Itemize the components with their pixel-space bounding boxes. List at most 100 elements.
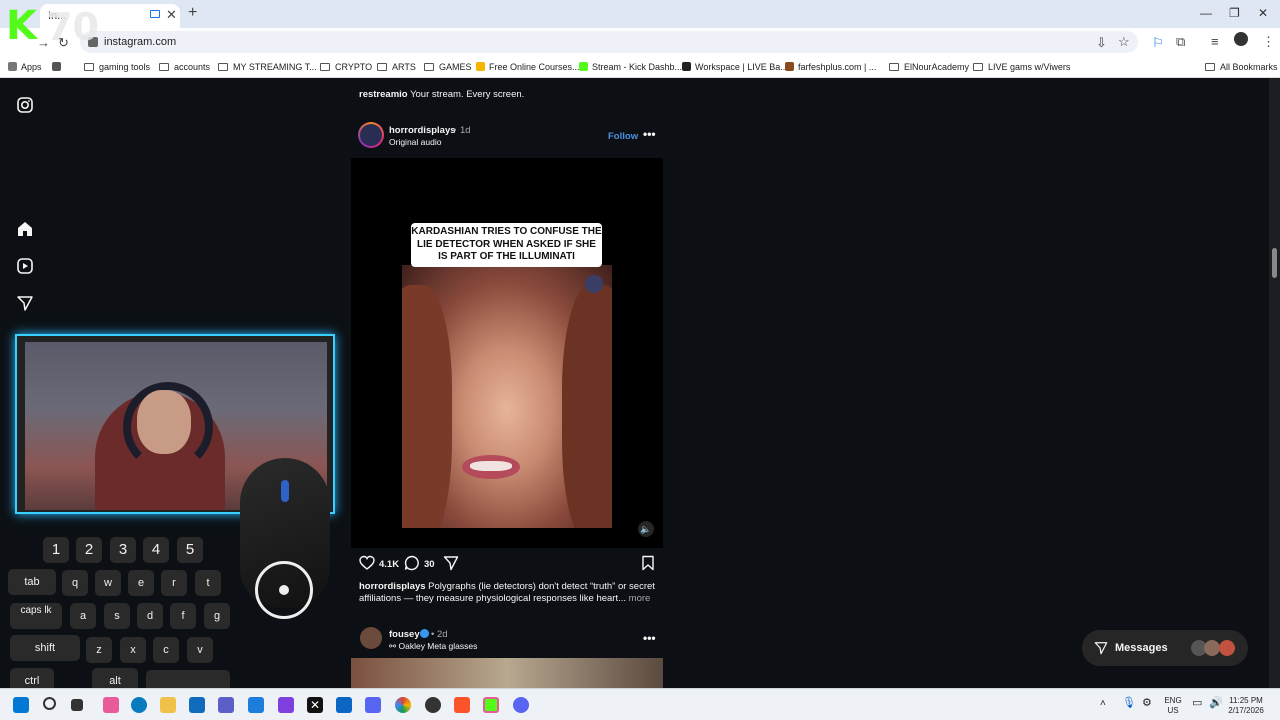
post-audio[interactable]: Original audio <box>389 137 441 147</box>
bookmark-arts[interactable]: ARTS <box>377 62 416 72</box>
windows-start-icon[interactable] <box>13 697 29 713</box>
comment-icon[interactable] <box>404 555 420 571</box>
instagram-logo-icon[interactable] <box>16 96 34 114</box>
restore-button[interactable]: ❐ <box>1229 6 1240 20</box>
like-heart-icon[interactable] <box>359 555 375 571</box>
key-shift: shift <box>10 635 80 661</box>
extension-badge-icon[interactable]: ⚐ <box>1152 35 1164 51</box>
tray-chevron-icon[interactable]: ˄ <box>1100 699 1106 709</box>
mouse-wheel <box>281 480 289 502</box>
clock[interactable]: 11:25 PM 2/17/2026 <box>1226 696 1266 716</box>
follow-button[interactable]: Follow <box>608 131 638 142</box>
post-username[interactable]: horrordisplays <box>389 125 456 136</box>
menu-icon[interactable]: ⋮ <box>1262 34 1275 50</box>
language-bottom: US <box>1167 706 1179 715</box>
bookmark-live-games[interactable]: LIVE gams w/Viwers <box>973 62 1070 72</box>
post2-media[interactable] <box>351 658 663 688</box>
search-icon[interactable] <box>43 697 56 710</box>
media-playing-icon[interactable] <box>150 10 160 18</box>
bookmark-apps[interactable]: Apps <box>8 62 42 72</box>
messages-icon <box>1094 642 1108 655</box>
messages-button[interactable]: Messages <box>1082 630 1248 666</box>
video-caption-overlay: KARDASHIAN TRIES TO CONFUSE THE LIE DETE… <box>411 223 602 267</box>
post-options-icon[interactable]: ••• <box>643 127 656 141</box>
bookmark-grid[interactable] <box>52 62 65 72</box>
previous-caption-user[interactable]: restreamio <box>359 89 408 100</box>
close-tab-icon[interactable]: ✕ <box>166 7 177 23</box>
display-icon[interactable]: ▭ <box>1192 698 1202 709</box>
twitch-icon[interactable] <box>278 697 294 713</box>
like-count[interactable]: 4.1K <box>379 559 399 570</box>
network-icon[interactable]: ⚙ <box>1142 698 1152 709</box>
close-window-button[interactable]: ✕ <box>1258 6 1268 20</box>
bookmark-farfeshplus[interactable]: farfeshplus.com | ... <box>785 62 876 72</box>
courses-icon <box>476 62 485 71</box>
key-f: f <box>170 603 196 629</box>
address-bar[interactable]: instagram.com <box>80 31 1138 53</box>
bookmark-free-courses[interactable]: Free Online Courses... <box>476 62 580 72</box>
brave-icon[interactable] <box>454 697 470 713</box>
home-icon[interactable] <box>16 220 34 238</box>
obs-icon[interactable] <box>425 697 441 713</box>
language-top: ENG <box>1164 696 1182 705</box>
post2-options-icon[interactable]: ••• <box>643 631 656 645</box>
comment-count[interactable]: 30 <box>424 559 435 570</box>
post2-username[interactable]: fousey <box>389 629 420 640</box>
bookmark-star-icon[interactable]: ☆ <box>1118 34 1130 50</box>
page-scrollbar[interactable] <box>1269 78 1280 688</box>
key-2: 2 <box>76 537 102 563</box>
chrome-icon[interactable] <box>395 697 411 713</box>
store-icon[interactable] <box>189 697 205 713</box>
scrollbar-thumb[interactable] <box>1272 248 1277 278</box>
new-tab-button[interactable]: + <box>188 4 197 22</box>
bookmark-workspace[interactable]: Workspace | LIVE Ba... <box>682 62 788 72</box>
address-url: instagram.com <box>104 36 177 48</box>
bookmark-crypto[interactable]: CRYPTO <box>320 62 372 72</box>
linkedin-icon[interactable] <box>336 697 352 713</box>
install-app-icon[interactable]: ⇩ <box>1096 35 1107 51</box>
post2-avatar[interactable] <box>360 627 382 649</box>
kick-logo: K 70 <box>2 2 102 48</box>
teams-icon[interactable] <box>218 697 234 713</box>
minimize-button[interactable]: — <box>1200 6 1212 20</box>
bookmark-games[interactable]: GAMES <box>424 62 472 72</box>
reading-list-icon[interactable]: ≡ <box>1211 34 1219 49</box>
profile-avatar[interactable] <box>1234 32 1248 46</box>
bookmark-accounts[interactable]: accounts <box>159 62 210 72</box>
avatar <box>360 124 382 146</box>
kick-app-icon[interactable] <box>483 697 499 713</box>
bookmark-streaming[interactable]: MY STREAMING T... <box>218 62 317 72</box>
caption-username[interactable]: horrordisplays <box>359 581 426 592</box>
bookmark-elnour[interactable]: ElNourAcademy <box>889 62 969 72</box>
caption-more-link[interactable]: more <box>629 593 651 604</box>
bookmark-gaming-tools[interactable]: gaming tools <box>84 62 150 72</box>
post-avatar-ring[interactable] <box>358 122 384 148</box>
discord-alt-icon[interactable] <box>513 697 529 713</box>
post-caption-line1: horrordisplays Polygraphs (lie detectors… <box>359 581 655 592</box>
file-explorer-icon[interactable] <box>160 697 176 713</box>
outlook-icon[interactable] <box>248 697 264 713</box>
app-icon-1[interactable] <box>103 697 119 713</box>
extensions-puzzle-icon[interactable]: ⧉ <box>1176 34 1185 50</box>
microphone-icon[interactable]: 🎙 <box>1122 698 1136 709</box>
bookmark-all[interactable]: All Bookmarks <box>1205 62 1278 72</box>
volume-icon[interactable]: 🔈 <box>638 521 654 537</box>
x-icon[interactable]: ✕ <box>307 697 323 713</box>
reels-icon[interactable] <box>16 257 34 275</box>
language-indicator[interactable]: ENG US <box>1162 696 1184 716</box>
post2-audio[interactable]: ⚯ Oakley Meta glasses <box>389 641 477 652</box>
post-caption-line2: affiliations — they measure physiologica… <box>359 593 650 604</box>
folder-icon <box>973 63 983 71</box>
save-bookmark-icon[interactable] <box>641 555 655 571</box>
bookmark-kick-dashboard[interactable]: Stream - Kick Dashb... <box>579 62 682 72</box>
direct-messages-icon[interactable] <box>16 294 34 312</box>
key-d: d <box>137 603 163 629</box>
discord-icon[interactable] <box>365 697 381 713</box>
folder-icon <box>84 63 94 71</box>
share-icon[interactable] <box>443 555 459 571</box>
edge-icon[interactable] <box>131 697 147 713</box>
volume-tray-icon[interactable]: 🔊 <box>1209 698 1223 709</box>
task-view-icon[interactable] <box>71 699 83 711</box>
post2-time[interactable]: 2d <box>437 629 448 640</box>
post-time[interactable]: 1d <box>460 125 471 136</box>
